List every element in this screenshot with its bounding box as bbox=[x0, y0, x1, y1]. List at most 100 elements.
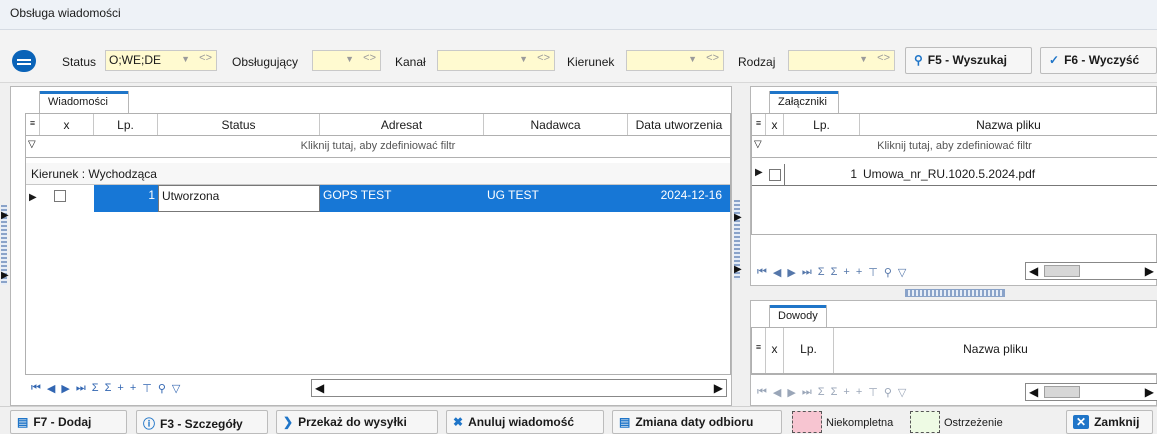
last-record-icon[interactable]: ⏭ bbox=[802, 266, 812, 279]
scroll-left-icon[interactable]: ◀ bbox=[1029, 264, 1038, 278]
last-record-icon[interactable]: ⏭ bbox=[76, 382, 86, 395]
status-field[interactable]: O;WE;DE ▼ <> bbox=[105, 50, 217, 71]
dropdown-arrow-icon[interactable]: ▼ bbox=[859, 54, 868, 64]
kanal-field[interactable]: ▼ <> bbox=[437, 50, 555, 71]
row-select-cell[interactable] bbox=[766, 164, 784, 185]
column-header-adresat[interactable]: Adresat bbox=[320, 114, 484, 135]
filter-row-icon[interactable]: ⊤ bbox=[142, 382, 152, 395]
obslugujacy-field[interactable]: ▼ <> bbox=[312, 50, 381, 71]
insert-icon[interactable]: + bbox=[117, 382, 123, 394]
next-record-icon[interactable]: ▶ bbox=[61, 382, 69, 395]
insert-icon[interactable]: + bbox=[843, 266, 849, 278]
menu-icon[interactable] bbox=[12, 50, 36, 72]
column-header-x[interactable]: x bbox=[40, 114, 94, 135]
filter-row[interactable]: ▽ Kliknij tutaj, aby zdefiniować filtr bbox=[26, 136, 730, 158]
filter-row-icon[interactable]: ⊤ bbox=[868, 386, 878, 399]
dropdown-arrow-icon[interactable]: ▼ bbox=[345, 54, 354, 64]
table-row[interactable]: ▶ 1 Utworzona GOPS TEST UG TEST 2024-12-… bbox=[26, 185, 730, 212]
sum-icon[interactable]: Σ bbox=[818, 386, 825, 398]
cell-data-utworzenia[interactable]: 2024-12-16 bbox=[628, 185, 730, 212]
column-chooser-icon[interactable]: ≡ bbox=[26, 114, 40, 135]
dropdown-arrow-icon[interactable]: ▼ bbox=[688, 54, 697, 64]
tab-zalaczniki[interactable]: Załączniki bbox=[769, 91, 839, 113]
tab-wiadomosci[interactable]: Wiadomości bbox=[39, 91, 129, 113]
column-header-nazwa-pliku[interactable]: Nazwa pliku bbox=[860, 114, 1157, 135]
clear-arrows-icon[interactable]: <> bbox=[706, 52, 719, 64]
scroll-left-icon[interactable]: ◀ bbox=[315, 381, 324, 395]
change-date-button[interactable]: ▤ Zmiana daty odbioru bbox=[612, 410, 782, 434]
filter-icon[interactable]: ▽ bbox=[172, 382, 180, 395]
close-button[interactable]: ✕ Zamknij bbox=[1066, 410, 1153, 434]
cell-nazwa-pliku[interactable]: Umowa_nr_RU.1020.5.2024.pdf bbox=[860, 164, 1157, 185]
send-button[interactable]: ❯ Przekaż do wysyłki bbox=[276, 410, 438, 434]
filter-icon[interactable]: ▽ bbox=[898, 266, 906, 279]
scroll-left-icon[interactable]: ◀ bbox=[1029, 385, 1038, 399]
append-icon[interactable]: + bbox=[130, 382, 136, 394]
scroll-thumb[interactable] bbox=[1044, 386, 1080, 398]
prev-record-icon[interactable]: ◀ bbox=[47, 382, 55, 395]
row-select-cell[interactable] bbox=[40, 185, 94, 212]
sum-group-icon[interactable]: Σ bbox=[105, 382, 112, 394]
add-button[interactable]: ▤ F7 - Dodaj bbox=[10, 410, 127, 434]
column-header-data-utworzenia[interactable]: Data utworzenia bbox=[628, 114, 730, 135]
column-chooser-icon[interactable]: ≡ bbox=[752, 114, 766, 135]
clear-arrows-icon[interactable]: <> bbox=[877, 52, 890, 64]
next-record-icon[interactable]: ▶ bbox=[787, 386, 795, 399]
search-button[interactable]: ⚲ F5 - Wyszukaj bbox=[905, 47, 1032, 74]
dropdown-arrow-icon[interactable]: ▼ bbox=[519, 54, 528, 64]
cancel-message-button[interactable]: ✖ Anuluj wiadomość bbox=[446, 410, 604, 434]
column-header-lp[interactable]: Lp. bbox=[94, 114, 158, 135]
dropdown-arrow-icon[interactable]: ▼ bbox=[181, 54, 190, 64]
scroll-thumb[interactable] bbox=[1044, 265, 1080, 277]
insert-icon[interactable]: + bbox=[843, 386, 849, 398]
horizontal-splitter-grip[interactable] bbox=[905, 289, 1005, 297]
expand-arrow-icon[interactable]: ▶ bbox=[1, 210, 9, 221]
filter-icon[interactable]: ▽ bbox=[898, 386, 906, 399]
cell-lp[interactable]: 1 bbox=[784, 164, 860, 185]
rodzaj-field[interactable]: ▼ <> bbox=[788, 50, 895, 71]
cell-adresat[interactable]: GOPS TEST bbox=[320, 185, 484, 212]
first-record-icon[interactable]: ⏮ bbox=[31, 382, 41, 395]
proofs-horizontal-scrollbar[interactable]: ◀ ▶ bbox=[1025, 383, 1157, 401]
search-icon[interactable]: ⚲ bbox=[884, 266, 892, 279]
cell-lp[interactable]: 1 bbox=[94, 185, 158, 212]
next-record-icon[interactable]: ▶ bbox=[787, 266, 795, 279]
scroll-right-icon[interactable]: ▶ bbox=[714, 381, 723, 395]
sum-icon[interactable]: Σ bbox=[818, 266, 825, 278]
table-row[interactable]: ▶ 1 Umowa_nr_RU.1020.5.2024.pdf bbox=[752, 164, 1157, 186]
column-header-nazwa-pliku[interactable]: Nazwa pliku bbox=[834, 328, 1157, 373]
scroll-right-icon[interactable]: ▶ bbox=[1145, 264, 1154, 278]
clear-button[interactable]: ✓ F6 - Wyczyść bbox=[1040, 47, 1157, 74]
column-header-status[interactable]: Status bbox=[158, 114, 320, 135]
expand-arrow-icon[interactable]: ▶ bbox=[734, 264, 742, 275]
search-icon[interactable]: ⚲ bbox=[884, 386, 892, 399]
kierunek-field[interactable]: ▼ <> bbox=[626, 50, 724, 71]
row-checkbox[interactable] bbox=[54, 190, 66, 202]
tab-dowody[interactable]: Dowody bbox=[769, 305, 827, 327]
attachments-horizontal-scrollbar[interactable]: ◀ ▶ bbox=[1025, 262, 1157, 280]
messages-horizontal-scrollbar[interactable]: ◀ ▶ bbox=[311, 379, 727, 397]
row-checkbox[interactable] bbox=[769, 169, 781, 181]
last-record-icon[interactable]: ⏭ bbox=[802, 386, 812, 399]
clear-arrows-icon[interactable]: <> bbox=[363, 52, 376, 64]
column-header-x[interactable]: x bbox=[766, 114, 784, 135]
column-header-lp[interactable]: Lp. bbox=[784, 328, 834, 373]
scroll-right-icon[interactable]: ▶ bbox=[1145, 385, 1154, 399]
search-icon[interactable]: ⚲ bbox=[158, 382, 166, 395]
column-header-nadawca[interactable]: Nadawca bbox=[484, 114, 628, 135]
sum-icon[interactable]: Σ bbox=[92, 382, 99, 394]
expand-arrow-icon[interactable]: ▶ bbox=[1, 270, 9, 281]
column-chooser-icon[interactable]: ≡ bbox=[752, 328, 766, 373]
sum-group-icon[interactable]: Σ bbox=[831, 386, 838, 398]
cell-status[interactable]: Utworzona bbox=[158, 185, 320, 212]
append-icon[interactable]: + bbox=[856, 266, 862, 278]
column-header-x[interactable]: x bbox=[766, 328, 784, 373]
column-header-lp[interactable]: Lp. bbox=[784, 114, 860, 135]
clear-arrows-icon[interactable]: <> bbox=[199, 52, 212, 64]
filter-row-icon[interactable]: ⊤ bbox=[868, 266, 878, 279]
clear-arrows-icon[interactable]: <> bbox=[537, 52, 550, 64]
sum-group-icon[interactable]: Σ bbox=[831, 266, 838, 278]
first-record-icon[interactable]: ⏮ bbox=[757, 386, 767, 399]
prev-record-icon[interactable]: ◀ bbox=[773, 266, 781, 279]
expand-arrow-icon[interactable]: ▶ bbox=[734, 212, 742, 223]
